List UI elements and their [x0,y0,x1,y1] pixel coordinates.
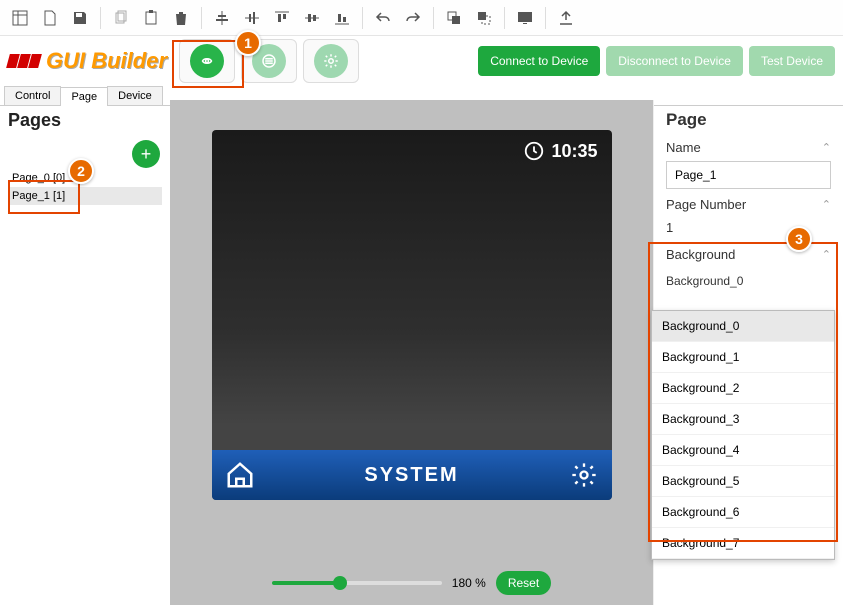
zoom-value: 180 % [452,576,486,590]
device-title: SYSTEM [262,464,562,487]
undo-icon[interactable] [369,4,397,32]
sidebar-title: Pages [8,110,162,131]
page-number-value: 1 [666,218,831,239]
connect-button[interactable]: Connect to Device [478,46,600,76]
panel-title: Page [666,110,831,130]
page-number-label: Page Number [666,197,746,212]
page-list-item[interactable]: Page_0 [0] [8,169,162,187]
dropdown-item[interactable]: Background_0 [652,311,834,342]
upload-icon[interactable] [552,4,580,32]
background-value[interactable]: Background_0 [666,268,831,294]
device-navbar: SYSTEM [212,450,612,500]
redo-icon[interactable] [399,4,427,32]
name-label: Name [666,140,701,155]
chevron-up-icon[interactable]: ⌃ [822,198,831,211]
mode-list-button[interactable] [241,39,297,83]
zoom-controls: 180 % Reset [170,571,653,595]
gear-icon[interactable] [562,453,606,497]
paste-icon[interactable] [137,4,165,32]
add-page-button[interactable]: + [132,140,160,168]
copy-icon[interactable] [107,4,135,32]
pages-sidebar: Pages + Page_0 [0] Page_1 [1] [0,100,170,605]
dropdown-item[interactable]: Background_5 [652,466,834,497]
mode-design-button[interactable] [179,39,235,83]
zoom-slider[interactable] [272,581,442,585]
align-center-h-icon[interactable] [208,4,236,32]
test-device-button[interactable]: Test Device [749,46,835,76]
dropdown-item[interactable]: Background_3 [652,404,834,435]
new-file-icon[interactable] [36,4,64,32]
dropdown-item[interactable]: Background_7 [652,528,834,559]
clock-icon [523,140,545,162]
zoom-reset-button[interactable]: Reset [496,571,551,595]
delete-icon[interactable] [167,4,195,32]
disconnect-button[interactable]: Disconnect to Device [606,46,743,76]
chevron-up-icon[interactable]: ⌃ [822,248,831,261]
device-preview[interactable]: 10:35 SYSTEM [212,130,612,500]
dropdown-item[interactable]: Background_1 [652,342,834,373]
brand-title: GUI Builder [46,48,167,74]
brand: GUI Builder [8,48,167,74]
screen-icon[interactable] [511,4,539,32]
align-top-icon[interactable] [268,4,296,32]
mode-settings-button[interactable] [303,39,359,83]
canvas-area: 10:35 SYSTEM 180 % Reset [170,100,653,605]
device-clock: 10:35 [551,141,597,162]
dropdown-item[interactable]: Background_6 [652,497,834,528]
background-label: Background [666,247,735,262]
align-middle-icon[interactable] [298,4,326,32]
chevron-up-icon[interactable]: ⌃ [822,141,831,154]
dropdown-item[interactable]: Background_4 [652,435,834,466]
main-toolbar [0,0,843,36]
brand-row: GUI Builder Connect to Device Disconnect… [0,36,843,86]
home-icon[interactable] [218,453,262,497]
brand-logo-icon [8,54,40,68]
send-back-icon[interactable] [470,4,498,32]
save-icon[interactable] [66,4,94,32]
bring-front-icon[interactable] [440,4,468,32]
grid-icon[interactable] [6,4,34,32]
name-input[interactable] [666,161,831,189]
background-dropdown[interactable]: Background_0 Background_1 Background_2 B… [651,310,835,560]
align-center-v-icon[interactable] [238,4,266,32]
page-list-item[interactable]: Page_1 [1] [8,187,162,205]
align-bottom-icon[interactable] [328,4,356,32]
dropdown-item[interactable]: Background_2 [652,373,834,404]
device-statusbar: 10:35 [523,140,597,162]
